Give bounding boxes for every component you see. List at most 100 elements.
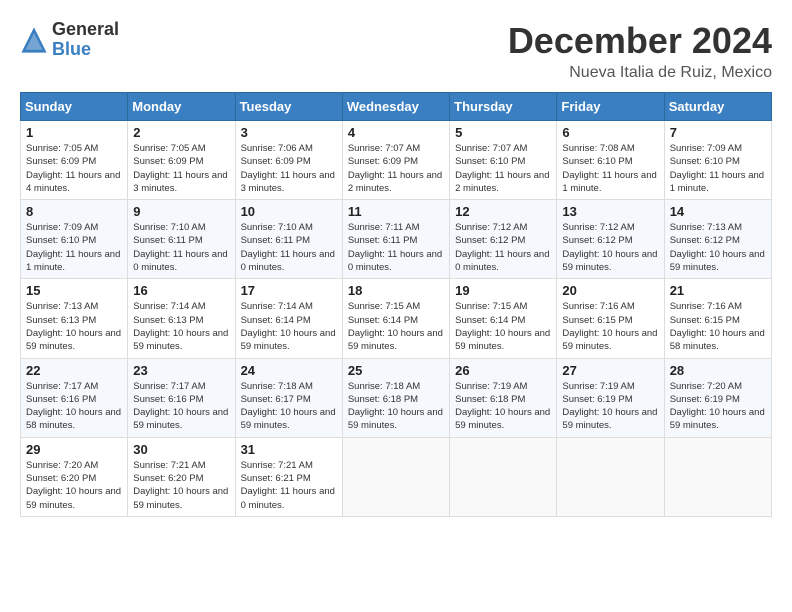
day-info: Sunrise: 7:21 AM Sunset: 6:21 PM Dayligh… [241,459,337,512]
calendar-day-cell: 19 Sunrise: 7:15 AM Sunset: 6:14 PM Dayl… [450,279,557,358]
day-info: Sunrise: 7:05 AM Sunset: 6:09 PM Dayligh… [26,142,122,195]
day-info: Sunrise: 7:12 AM Sunset: 6:12 PM Dayligh… [455,221,551,274]
day-info: Sunrise: 7:13 AM Sunset: 6:12 PM Dayligh… [670,221,766,274]
calendar-day-cell: 14 Sunrise: 7:13 AM Sunset: 6:12 PM Dayl… [664,200,771,279]
weekday-header: Tuesday [235,93,342,121]
day-info: Sunrise: 7:12 AM Sunset: 6:12 PM Dayligh… [562,221,658,274]
location-title: Nueva Italia de Ruiz, Mexico [508,64,772,82]
day-number: 4 [348,125,444,140]
logo: General Blue [20,20,119,60]
day-number: 15 [26,283,122,298]
title-section: December 2024 Nueva Italia de Ruiz, Mexi… [508,20,772,82]
day-info: Sunrise: 7:15 AM Sunset: 6:14 PM Dayligh… [348,300,444,353]
day-number: 18 [348,283,444,298]
calendar-day-cell: 30 Sunrise: 7:21 AM Sunset: 6:20 PM Dayl… [128,437,235,516]
calendar-day-cell: 5 Sunrise: 7:07 AM Sunset: 6:10 PM Dayli… [450,121,557,200]
calendar-day-cell: 13 Sunrise: 7:12 AM Sunset: 6:12 PM Dayl… [557,200,664,279]
day-info: Sunrise: 7:20 AM Sunset: 6:20 PM Dayligh… [26,459,122,512]
day-info: Sunrise: 7:10 AM Sunset: 6:11 PM Dayligh… [241,221,337,274]
day-number: 7 [670,125,766,140]
day-number: 2 [133,125,229,140]
day-number: 19 [455,283,551,298]
day-info: Sunrise: 7:07 AM Sunset: 6:09 PM Dayligh… [348,142,444,195]
day-number: 1 [26,125,122,140]
calendar-week-row: 15 Sunrise: 7:13 AM Sunset: 6:13 PM Dayl… [21,279,772,358]
day-number: 12 [455,204,551,219]
day-info: Sunrise: 7:05 AM Sunset: 6:09 PM Dayligh… [133,142,229,195]
calendar-day-cell: 2 Sunrise: 7:05 AM Sunset: 6:09 PM Dayli… [128,121,235,200]
calendar-day-cell: 12 Sunrise: 7:12 AM Sunset: 6:12 PM Dayl… [450,200,557,279]
day-info: Sunrise: 7:06 AM Sunset: 6:09 PM Dayligh… [241,142,337,195]
logo-general: General [52,20,119,40]
calendar-day-cell: 28 Sunrise: 7:20 AM Sunset: 6:19 PM Dayl… [664,358,771,437]
calendar-day-cell: 8 Sunrise: 7:09 AM Sunset: 6:10 PM Dayli… [21,200,128,279]
calendar: SundayMondayTuesdayWednesdayThursdayFrid… [20,92,772,517]
weekday-header: Friday [557,93,664,121]
calendar-day-cell: 21 Sunrise: 7:16 AM Sunset: 6:15 PM Dayl… [664,279,771,358]
day-info: Sunrise: 7:17 AM Sunset: 6:16 PM Dayligh… [26,380,122,433]
day-info: Sunrise: 7:20 AM Sunset: 6:19 PM Dayligh… [670,380,766,433]
calendar-day-cell: 22 Sunrise: 7:17 AM Sunset: 6:16 PM Dayl… [21,358,128,437]
day-number: 24 [241,363,337,378]
day-number: 9 [133,204,229,219]
weekday-header: Monday [128,93,235,121]
calendar-day-cell: 18 Sunrise: 7:15 AM Sunset: 6:14 PM Dayl… [342,279,449,358]
day-number: 22 [26,363,122,378]
day-info: Sunrise: 7:18 AM Sunset: 6:18 PM Dayligh… [348,380,444,433]
day-info: Sunrise: 7:21 AM Sunset: 6:20 PM Dayligh… [133,459,229,512]
logo-text: General Blue [52,20,119,60]
day-info: Sunrise: 7:16 AM Sunset: 6:15 PM Dayligh… [562,300,658,353]
day-info: Sunrise: 7:08 AM Sunset: 6:10 PM Dayligh… [562,142,658,195]
day-number: 5 [455,125,551,140]
day-number: 31 [241,442,337,457]
calendar-day-cell: 4 Sunrise: 7:07 AM Sunset: 6:09 PM Dayli… [342,121,449,200]
day-info: Sunrise: 7:14 AM Sunset: 6:13 PM Dayligh… [133,300,229,353]
calendar-day-cell: 25 Sunrise: 7:18 AM Sunset: 6:18 PM Dayl… [342,358,449,437]
day-number: 30 [133,442,229,457]
calendar-day-cell: 24 Sunrise: 7:18 AM Sunset: 6:17 PM Dayl… [235,358,342,437]
day-info: Sunrise: 7:11 AM Sunset: 6:11 PM Dayligh… [348,221,444,274]
weekday-header-row: SundayMondayTuesdayWednesdayThursdayFrid… [21,93,772,121]
calendar-day-cell: 23 Sunrise: 7:17 AM Sunset: 6:16 PM Dayl… [128,358,235,437]
day-number: 8 [26,204,122,219]
day-number: 14 [670,204,766,219]
calendar-day-cell: 6 Sunrise: 7:08 AM Sunset: 6:10 PM Dayli… [557,121,664,200]
day-info: Sunrise: 7:14 AM Sunset: 6:14 PM Dayligh… [241,300,337,353]
calendar-day-cell: 17 Sunrise: 7:14 AM Sunset: 6:14 PM Dayl… [235,279,342,358]
day-number: 3 [241,125,337,140]
calendar-day-cell: 31 Sunrise: 7:21 AM Sunset: 6:21 PM Dayl… [235,437,342,516]
day-number: 16 [133,283,229,298]
weekday-header: Saturday [664,93,771,121]
calendar-week-row: 8 Sunrise: 7:09 AM Sunset: 6:10 PM Dayli… [21,200,772,279]
day-number: 20 [562,283,658,298]
logo-blue: Blue [52,40,119,60]
calendar-day-cell: 10 Sunrise: 7:10 AM Sunset: 6:11 PM Dayl… [235,200,342,279]
weekday-header: Wednesday [342,93,449,121]
day-number: 25 [348,363,444,378]
day-number: 11 [348,204,444,219]
calendar-day-cell: 20 Sunrise: 7:16 AM Sunset: 6:15 PM Dayl… [557,279,664,358]
calendar-week-row: 1 Sunrise: 7:05 AM Sunset: 6:09 PM Dayli… [21,121,772,200]
day-number: 6 [562,125,658,140]
day-info: Sunrise: 7:07 AM Sunset: 6:10 PM Dayligh… [455,142,551,195]
calendar-day-cell [342,437,449,516]
day-info: Sunrise: 7:09 AM Sunset: 6:10 PM Dayligh… [26,221,122,274]
calendar-day-cell: 1 Sunrise: 7:05 AM Sunset: 6:09 PM Dayli… [21,121,128,200]
page-header: General Blue December 2024 Nueva Italia … [20,20,772,82]
calendar-week-row: 22 Sunrise: 7:17 AM Sunset: 6:16 PM Dayl… [21,358,772,437]
calendar-day-cell: 11 Sunrise: 7:11 AM Sunset: 6:11 PM Dayl… [342,200,449,279]
calendar-day-cell: 27 Sunrise: 7:19 AM Sunset: 6:19 PM Dayl… [557,358,664,437]
day-info: Sunrise: 7:19 AM Sunset: 6:18 PM Dayligh… [455,380,551,433]
day-number: 27 [562,363,658,378]
day-number: 17 [241,283,337,298]
day-info: Sunrise: 7:15 AM Sunset: 6:14 PM Dayligh… [455,300,551,353]
day-info: Sunrise: 7:10 AM Sunset: 6:11 PM Dayligh… [133,221,229,274]
day-number: 23 [133,363,229,378]
calendar-day-cell: 26 Sunrise: 7:19 AM Sunset: 6:18 PM Dayl… [450,358,557,437]
calendar-day-cell: 16 Sunrise: 7:14 AM Sunset: 6:13 PM Dayl… [128,279,235,358]
calendar-day-cell [664,437,771,516]
day-info: Sunrise: 7:19 AM Sunset: 6:19 PM Dayligh… [562,380,658,433]
day-number: 10 [241,204,337,219]
calendar-week-row: 29 Sunrise: 7:20 AM Sunset: 6:20 PM Dayl… [21,437,772,516]
day-info: Sunrise: 7:16 AM Sunset: 6:15 PM Dayligh… [670,300,766,353]
